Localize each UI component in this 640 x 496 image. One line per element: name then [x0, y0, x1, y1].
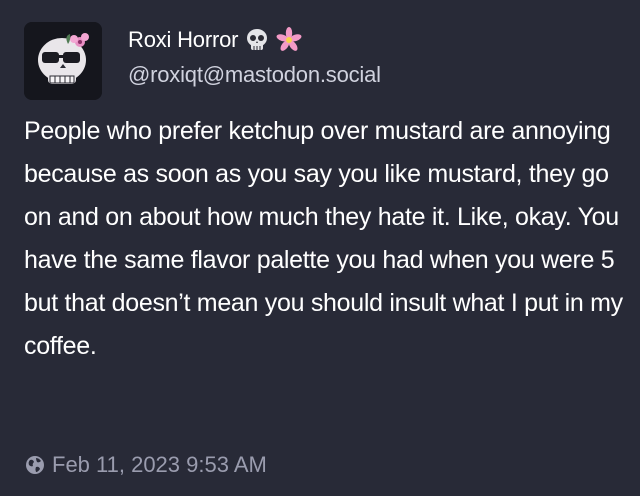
- author-avatar[interactable]: [24, 22, 102, 100]
- pink-flower-emoji-icon: [276, 27, 302, 53]
- author-handle[interactable]: @roxiqt@mastodon.social: [128, 62, 381, 88]
- mastodon-post: Roxi Horror @roxiqt@mastodon.social Peop…: [0, 0, 640, 496]
- skull-emoji-icon: [244, 27, 270, 53]
- post-timestamp-link[interactable]: Feb 11, 2023 9:53 AM: [24, 452, 267, 478]
- author-name-row: Roxi Horror: [128, 24, 302, 56]
- author-display-name[interactable]: Roxi Horror: [128, 27, 238, 53]
- post-content: People who prefer ketchup over mustard a…: [24, 117, 623, 360]
- post-timestamp: Feb 11, 2023 9:53 AM: [52, 452, 267, 477]
- globe-icon: [24, 454, 46, 476]
- skull-avatar-image: [24, 22, 102, 100]
